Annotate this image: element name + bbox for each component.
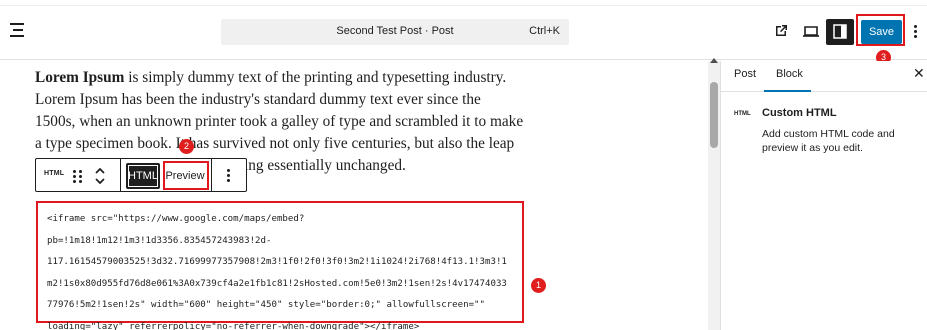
annotation-badge-2: 2 — [179, 139, 194, 154]
paragraph-line-1: is simply dummy text of the printing and… — [124, 69, 507, 86]
close-icon[interactable]: ✕ — [913, 65, 925, 82]
settings-sidebar: Post Block ✕ HTML Custom HTML Add custom… — [720, 61, 927, 330]
scrollbar-thumb[interactable] — [710, 82, 718, 148]
device-preview-icon[interactable] — [801, 21, 821, 41]
view-post-icon[interactable] — [771, 21, 791, 41]
active-tab-indicator — [764, 90, 811, 92]
tab-post[interactable]: Post — [734, 68, 756, 80]
paragraph-line-2: Lorem Ipsum has been the industry's stan… — [35, 91, 481, 108]
block-type-icon[interactable]: HTML — [44, 170, 64, 177]
html-code: <iframe src="https://www.google.com/maps… — [47, 209, 515, 330]
block-title: Custom HTML — [762, 107, 837, 119]
code-line: m2!1s0x80d955fd76d8e061%3A0x739cf4a2e1fb… — [47, 278, 507, 289]
custom-html-code-editor[interactable]: <iframe src="https://www.google.com/maps… — [36, 201, 524, 330]
paragraph-line-4: a type specimen book. It has survived no… — [35, 135, 515, 152]
save-button[interactable]: Save — [861, 20, 902, 44]
document-overview-icon[interactable] — [8, 20, 28, 40]
document-title: Second Test Post · Post — [336, 25, 454, 37]
block-toolbar: HTML HTML Preview — [35, 158, 247, 192]
code-line: pb=!1m18!1m12!1m3!1d3356.835457243983!2d… — [47, 235, 272, 246]
toolbar-divider — [211, 159, 212, 191]
editor-canvas: Lorem Ipsum is simply dummy text of the … — [0, 61, 696, 330]
tab-block[interactable]: Block — [776, 68, 803, 80]
block-type-icon: HTML — [734, 111, 751, 117]
preview-highlight-box — [163, 161, 209, 190]
annotation-badge-1: 1 — [531, 278, 546, 293]
sidebar-tabs: Post Block ✕ — [721, 61, 927, 92]
code-line: loading="lazy" referrerpolicy="no-referr… — [47, 321, 420, 330]
move-up-down-icon[interactable] — [93, 164, 107, 188]
keyboard-shortcut: Ctrl+K — [529, 25, 560, 37]
scroll-up-arrow[interactable] — [710, 58, 718, 63]
paragraph-line-3: 1500s, when an unknown printer took a ga… — [35, 113, 524, 130]
toolbar-divider — [120, 159, 121, 191]
more-options-icon[interactable] — [911, 22, 921, 42]
paragraph-lead-bold: Lorem Ipsum — [35, 69, 125, 86]
code-line: 77976!5m2!1sen!2s" width="600" height="4… — [47, 300, 485, 310]
code-line: <iframe src="https://www.google.com/maps… — [47, 214, 305, 224]
settings-sidebar-icon[interactable] — [826, 19, 854, 45]
drag-handle-icon[interactable] — [73, 168, 83, 184]
tab-html[interactable]: HTML — [126, 163, 160, 189]
code-line: 117.16154579003525!3d32.71699977357908!2… — [47, 257, 507, 267]
block-description: Add custom HTML code and preview it as y… — [762, 128, 895, 154]
command-palette-bar[interactable]: Second Test Post · Post Ctrl+K — [221, 19, 569, 45]
window-top-strip — [0, 0, 927, 6]
editor-header: Second Test Post · Post Ctrl+K Save 3 — [0, 0, 927, 65]
block-more-options-icon[interactable] — [224, 167, 234, 185]
